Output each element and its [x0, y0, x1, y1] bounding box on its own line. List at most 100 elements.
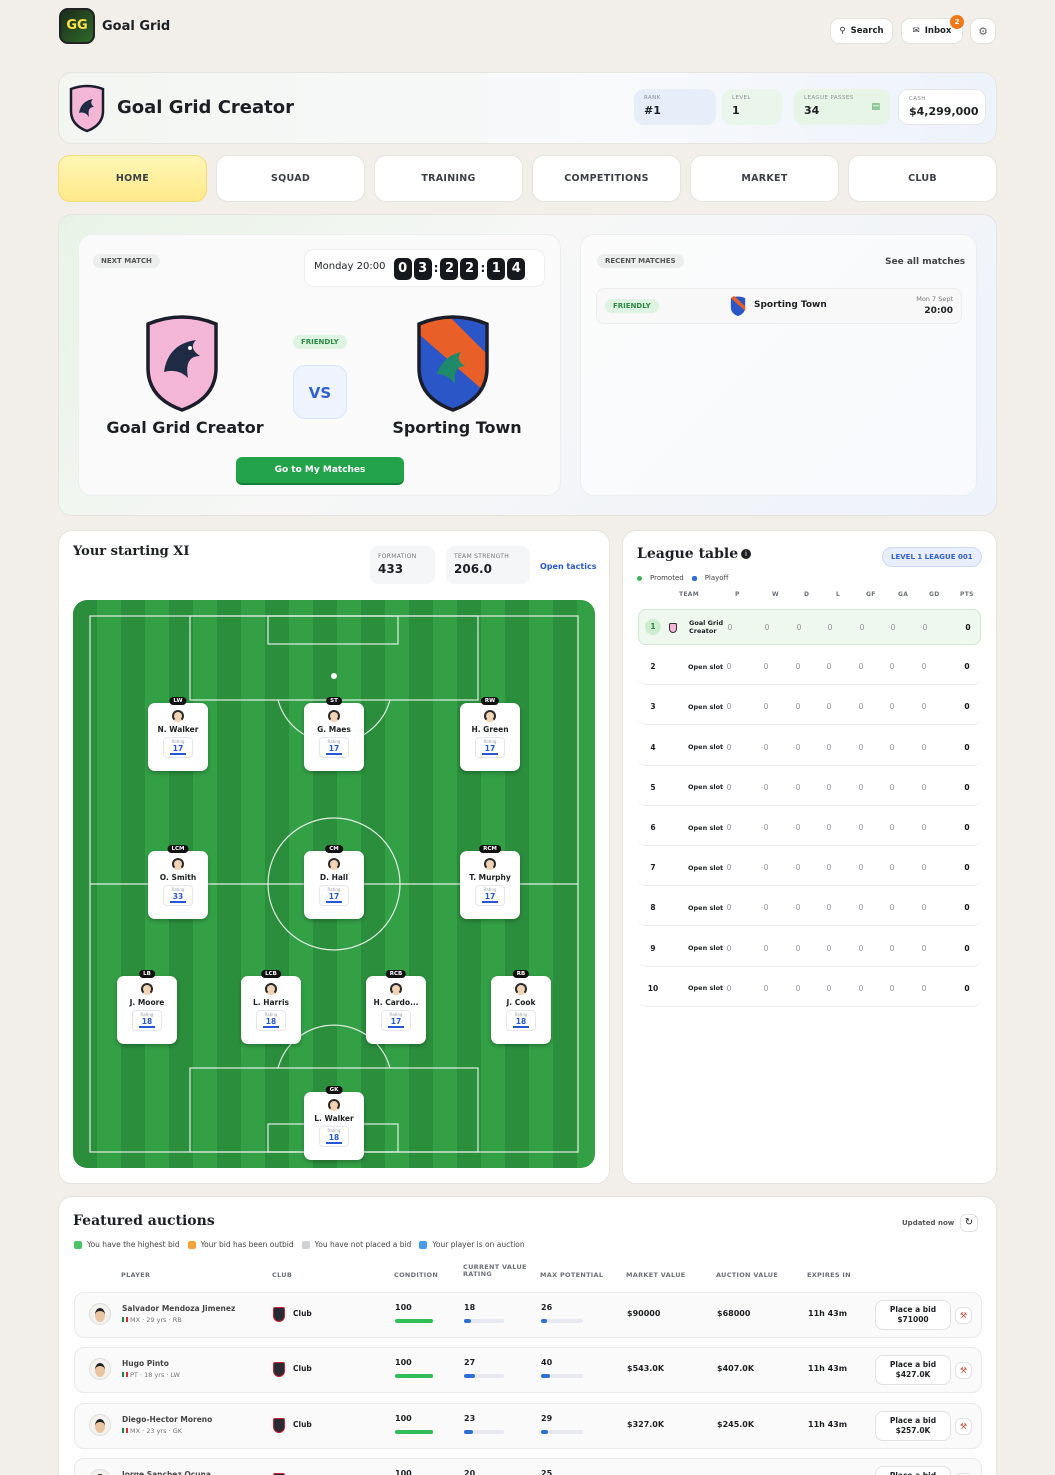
league-cell: 0: [727, 622, 733, 632]
league-row[interactable]: 8 Open slot 0 0 0 0 0 0 0 0: [638, 890, 981, 927]
place-bid-button[interactable]: Place a bid $257.0K: [875, 1410, 951, 1441]
stat-league-passes[interactable]: League passes 34 ▤: [794, 89, 890, 125]
league-header-d: D: [804, 591, 810, 598]
league-cell: 0: [726, 823, 732, 832]
league-cell: 0: [795, 702, 801, 712]
league-cell: 0: [858, 742, 864, 752]
tab-squad[interactable]: SQUAD: [216, 155, 365, 202]
position-badge: CM: [325, 845, 343, 853]
settings-button[interactable]: ⚙: [970, 18, 996, 44]
open-tactics-link[interactable]: Open tactics: [540, 562, 596, 571]
league-cell: 0: [964, 943, 970, 953]
go-to-matches-button[interactable]: Go to My Matches: [236, 457, 404, 483]
player-name: D. Hall: [319, 873, 349, 882]
league-cell: 0: [763, 863, 769, 873]
league-cell: 0: [889, 742, 895, 752]
player-card-rb[interactable]: RB J. Cook Rating 18: [491, 970, 551, 1044]
player-card-lw[interactable]: LW N. Walker Rating 17: [148, 697, 208, 771]
away-crest: [415, 312, 491, 415]
league-position: 5: [650, 782, 656, 792]
gavel-icon[interactable]: ⚒: [955, 1417, 972, 1435]
league-row[interactable]: 10 Open slot 0 0 0 0 0 0 0 0: [638, 971, 981, 1007]
league-table-title: League table: [637, 546, 739, 562]
inbox-button[interactable]: ✉ Inbox 2: [901, 15, 964, 44]
starting-xi-title: Your starting XI: [73, 544, 190, 559]
auction-row[interactable]: Salvador Mendoza Jimenez MX · 29 yrs · RB…: [74, 1292, 982, 1338]
place-bid-button[interactable]: Place a bid: [875, 1465, 951, 1475]
league-row[interactable]: 5 Open slot 0 0 0 0 0 0 0 0: [638, 770, 981, 806]
auction-value: $68000: [717, 1309, 751, 1318]
player-rating: 17: [326, 744, 342, 755]
recent-match-row[interactable]: FRIENDLY Sporting Town Mon 7 Sept 20:00: [596, 288, 962, 324]
tab-market[interactable]: MARKET: [690, 155, 839, 202]
mail-icon: ✉: [912, 26, 920, 36]
league-row[interactable]: 1 Goal Grid Creator 0 0 0 0 0 0 0 0: [638, 609, 981, 645]
refresh-button[interactable]: ↻: [960, 1214, 978, 1232]
auction-rating: 27: [464, 1358, 476, 1368]
tab-home[interactable]: HOME: [58, 155, 207, 202]
tab-training[interactable]: TRAINING: [374, 155, 523, 202]
position-badge: RB: [512, 970, 530, 978]
league-row[interactable]: 7 Open slot 0 0 0 0 0 0 0 0: [638, 850, 981, 887]
rating-box: Rating 17: [475, 737, 505, 758]
player-card-lcb[interactable]: LCB L. Harris Rating 18: [241, 970, 301, 1044]
league-cell: 0: [889, 823, 895, 832]
league-team: Open slot: [688, 743, 724, 752]
player-card-rcm[interactable]: RCM T. Murphy Rating 17: [460, 845, 520, 919]
player-avatar: [89, 1468, 111, 1475]
auction-rating: 20: [464, 1468, 476, 1475]
tab-competitions[interactable]: COMPETITIONS: [532, 155, 681, 202]
club-crest-icon: [273, 1307, 285, 1322]
position-badge: LB: [139, 970, 155, 978]
player-avatar: [89, 1358, 111, 1381]
ticket-icon: ▤: [871, 102, 880, 112]
inbox-badge: 2: [950, 15, 964, 29]
league-cell: 0: [889, 903, 895, 913]
player-rating: 18: [139, 1017, 155, 1028]
auction-row[interactable]: Jorge Sanchez OcunaClub1002025Place a bi…: [74, 1457, 982, 1475]
league-cell: 0: [763, 742, 769, 752]
place-bid-button[interactable]: Place a bid $427.0K: [875, 1355, 951, 1386]
player-card-lb[interactable]: LB J. Moore Rating 18: [117, 970, 177, 1044]
search-button[interactable]: ⚲ Search: [830, 18, 893, 44]
league-cell: 0: [827, 622, 833, 632]
app-logo[interactable]: GG: [59, 8, 95, 44]
league-cell: 0: [858, 983, 864, 993]
player-card-rw[interactable]: RW H. Green Rating 17: [460, 697, 520, 771]
gavel-icon[interactable]: ⚒: [955, 1362, 972, 1380]
league-team: Open slot: [688, 903, 724, 912]
auction-row[interactable]: Hugo Pinto PT · 18 yrs · LW Club 100 27 40 $54…: [74, 1347, 982, 1394]
league-row[interactable]: 6 Open slot 0 0 0 0 0 0 0 0: [638, 810, 981, 846]
player-name: H. Cardo...: [373, 998, 419, 1007]
place-bid-button[interactable]: Place a bid $71000: [875, 1300, 951, 1330]
auction-row[interactable]: Diego-Hector Moreno MX · 23 yrs · GK Club 1…: [74, 1402, 982, 1449]
league-row[interactable]: 3 Open slot 0 0 0 0 0 0 0 0: [638, 689, 981, 726]
player-card-st[interactable]: ST G. Maes Rating 17: [304, 697, 364, 771]
player-card-gk[interactable]: GK L. Walker Rating 18: [304, 1086, 364, 1160]
sporting-town-crest: [730, 295, 746, 317]
league-row[interactable]: 9 Open slot 0 0 0 0 0 0 0 0: [638, 931, 981, 967]
league-header-w: W: [772, 591, 779, 598]
next-match-label: NEXT MATCH: [93, 254, 160, 268]
flag-icon: [122, 1372, 128, 1378]
tab-club[interactable]: CLUB: [848, 155, 997, 202]
player-card-lcm[interactable]: LCM O. Smith Rating 33: [148, 845, 208, 919]
league-team: Open slot: [688, 863, 724, 872]
position-badge: GK: [325, 1086, 343, 1094]
gavel-icon[interactable]: ⚒: [955, 1307, 972, 1324]
league-position: 3: [650, 702, 656, 712]
league-cell: 0: [921, 863, 927, 873]
updated-status: Updated now: [902, 1219, 955, 1227]
player-card-rcb[interactable]: RCB H. Cardo... Rating 17: [366, 970, 426, 1044]
info-icon[interactable]: i: [741, 549, 751, 559]
league-cell: 0: [964, 823, 970, 832]
league-header-team: TEAM: [679, 591, 700, 598]
league-cell: 0: [858, 903, 864, 913]
league-row[interactable]: 2 Open slot 0 0 0 0 0 0 0 0: [638, 649, 981, 686]
refresh-icon: ↻: [964, 1217, 974, 1228]
auction-player-name: Diego-Hector Moreno: [122, 1414, 213, 1424]
auction-legend: You have the highest bid Your bid has be…: [74, 1240, 525, 1249]
league-row[interactable]: 4 Open slot 0 0 0 0 0 0 0 0: [638, 730, 981, 766]
see-all-matches-link[interactable]: See all matches: [885, 257, 965, 267]
player-card-cm[interactable]: CM D. Hall Rating 17: [304, 845, 364, 919]
